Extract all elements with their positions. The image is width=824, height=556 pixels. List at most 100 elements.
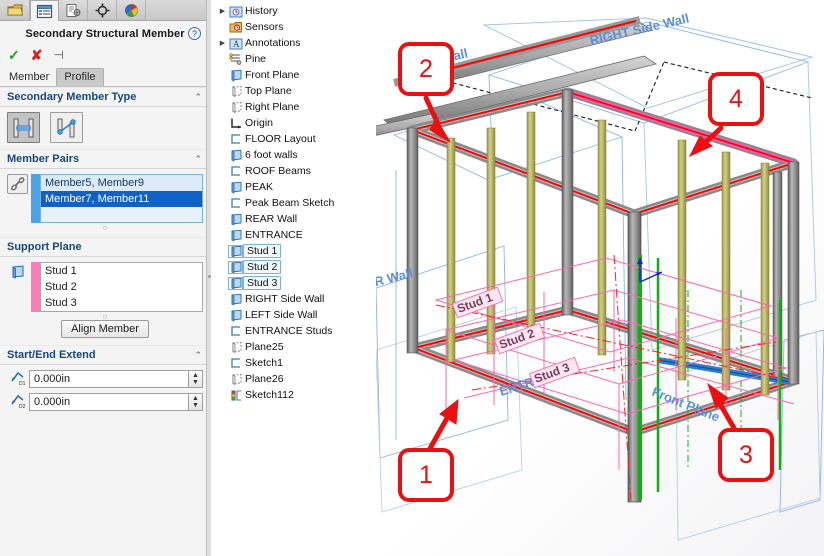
member-pairs-color-indicator <box>31 174 40 223</box>
callout-badge-4: 4 <box>708 72 764 126</box>
member-pair-select-button[interactable] <box>7 174 28 194</box>
d2-spinner[interactable]: ▲▼ <box>189 393 203 411</box>
chevron-up-icon[interactable]: ⌃ <box>194 92 202 103</box>
accept-button[interactable]: ✓ <box>8 48 20 62</box>
list-item[interactable]: Stud 1 <box>41 263 202 279</box>
tree-item-rear-wall[interactable]: REAR Wall <box>215 211 376 227</box>
tree-item-label: RIGHT Side Wall <box>243 293 324 305</box>
tree-item-label: Origin <box>243 117 273 129</box>
svg-text:D1: D1 <box>19 381 26 387</box>
feature-tree: ▶ History Sensors ▶ A Annotations Pine F… <box>211 0 376 556</box>
tree-item-pine[interactable]: Pine <box>215 51 376 67</box>
tree-item-sketch112[interactable]: Sketch112 <box>215 387 376 403</box>
list-item[interactable] <box>41 207 202 222</box>
tree-item-entrance-studs[interactable]: ENTRANCE Studs <box>215 323 376 339</box>
d1-spinner[interactable]: ▲▼ <box>189 370 203 388</box>
plane-blue-icon <box>228 261 243 274</box>
up-to-members-type-button[interactable] <box>50 112 83 143</box>
tree-item-front-plane[interactable]: Front Plane <box>215 67 376 83</box>
property-manager-tab[interactable] <box>30 0 59 21</box>
d2-extend-row: D2 ▲▼ <box>7 393 203 411</box>
tree-item-plane25[interactable]: Plane25 <box>215 339 376 355</box>
plane-blue-icon <box>228 149 243 162</box>
callout-badge-2: 2 <box>398 42 454 96</box>
section-header-start-end-extend[interactable]: Start/End Extend ⌃ <box>0 345 210 365</box>
tree-item-label: Sensors <box>243 21 284 33</box>
tree-item-label: History <box>243 5 278 17</box>
crosshair-icon <box>94 3 111 18</box>
annotations-icon: A <box>228 37 243 50</box>
tree-item-label: Stud 2 <box>243 260 281 274</box>
tree-item-label: Annotations <box>243 37 300 49</box>
section-body-support-plane: Stud 1 Stud 2 Stud 3 ○ Align Member <box>0 257 210 341</box>
between-points-type-button[interactable] <box>7 112 40 143</box>
list-item[interactable]: Member5, Member9 <box>41 175 202 191</box>
help-icon[interactable]: ? <box>188 27 201 40</box>
support-plane-listbox[interactable]: Stud 1 Stud 2 Stud 3 <box>40 262 203 312</box>
d1-extend-input[interactable] <box>29 370 189 388</box>
tree-item-peak[interactable]: PEAK <box>215 179 376 195</box>
plane-blue-icon <box>228 309 243 322</box>
panel-action-bar: ✓ ✘ ⊣ <box>0 44 210 65</box>
tree-item-floor-layout[interactable]: FLOOR Layout <box>215 131 376 147</box>
list-item[interactable]: Member7, Member11 <box>41 191 202 207</box>
resize-grip[interactable]: ○ <box>7 313 203 320</box>
configuration-manager-tab[interactable] <box>59 0 88 20</box>
tree-item-stud-2[interactable]: Stud 2 <box>215 259 376 275</box>
tree-item-right-side-wall[interactable]: RIGHT Side Wall <box>215 291 376 307</box>
plane-blue-icon <box>228 277 243 290</box>
tree-item-plane26[interactable]: Plane26 <box>215 371 376 387</box>
chevron-up-icon[interactable]: ⌃ <box>194 350 202 361</box>
graphics-viewport[interactable]: RIGHT Side Wall Wall REAR Wall ENTRANCE … <box>376 0 824 556</box>
tree-item-peak-beam-sketch[interactable]: Peak Beam Sketch <box>215 195 376 211</box>
svg-text:D2: D2 <box>19 404 26 410</box>
tree-item-top-plane[interactable]: Top Plane <box>215 83 376 99</box>
tree-item-right-plane[interactable]: Right Plane <box>215 99 376 115</box>
section-header-support-plane[interactable]: Support Plane <box>0 237 210 257</box>
tree-item-history[interactable]: ▶ History <box>215 3 376 19</box>
display-manager-tab[interactable] <box>117 0 146 20</box>
list-item[interactable]: Stud 3 <box>41 295 202 311</box>
tree-item-entrance[interactable]: ENTRANCE <box>215 227 376 243</box>
chevron-up-icon[interactable]: ⌃ <box>194 154 202 165</box>
section-header-member-type[interactable]: Secondary Member Type ⌃ <box>0 87 210 107</box>
section-title: Support Plane <box>7 241 82 253</box>
tab-profile[interactable]: Profile <box>56 68 103 86</box>
callout-label: 3 <box>739 441 753 470</box>
support-plane-icon <box>7 262 28 282</box>
list-item[interactable]: Stud 2 <box>41 279 202 295</box>
callout-label: 4 <box>729 85 743 114</box>
callout-badge-1: 1 <box>398 448 454 502</box>
feature-manager-tab[interactable] <box>1 0 30 20</box>
dimension-d1-icon: D1 <box>7 371 29 387</box>
page-title: Secondary Structural Member <box>25 28 184 40</box>
pin-button[interactable]: ⊣ <box>53 49 63 61</box>
tree-item-stud-1[interactable]: Stud 1 <box>215 243 376 259</box>
tree-item-6-foot-walls[interactable]: 6 foot walls <box>215 147 376 163</box>
solidworks-window: Secondary Structural Member ? ✓ ✘ ⊣ Memb… <box>0 0 824 556</box>
tree-item-left-side-wall[interactable]: LEFT Side Wall <box>215 307 376 323</box>
dimxpert-manager-tab[interactable] <box>88 0 117 20</box>
tree-item-roof-beams[interactable]: ROOF Beams <box>215 163 376 179</box>
section-body-start-end-extend: D1 ▲▼ D2 ▲▼ <box>0 365 210 422</box>
member-pairs-listbox[interactable]: Member5, Member9 Member7, Member11 <box>40 174 203 223</box>
tree-item-label: ENTRANCE <box>243 229 303 241</box>
tree-item-label: LEFT Side Wall <box>243 309 317 321</box>
expand-arrow-icon[interactable]: ▶ <box>217 39 228 47</box>
tree-item-label: PEAK <box>243 181 273 193</box>
expand-arrow-icon[interactable]: ▶ <box>217 7 228 15</box>
configuration-icon <box>65 3 82 18</box>
tree-item-stud-3[interactable]: Stud 3 <box>215 275 376 291</box>
tree-item-sensors[interactable]: Sensors <box>215 19 376 35</box>
tree-item-origin[interactable]: Origin <box>215 115 376 131</box>
d2-extend-input[interactable] <box>29 393 189 411</box>
tree-item-sketch1[interactable]: Sketch1 <box>215 355 376 371</box>
tree-item-annotations[interactable]: ▶ A Annotations <box>215 35 376 51</box>
resize-grip[interactable]: ○ <box>7 224 203 231</box>
align-member-button[interactable]: Align Member <box>61 320 149 338</box>
tab-member[interactable]: Member <box>2 69 56 86</box>
section-header-member-pairs[interactable]: Member Pairs ⌃ <box>0 149 210 169</box>
link-chain-icon <box>11 177 25 191</box>
section-body-member-pairs: Member5, Member9 Member7, Member11 ○ <box>0 169 210 237</box>
cancel-button[interactable]: ✘ <box>31 48 43 62</box>
